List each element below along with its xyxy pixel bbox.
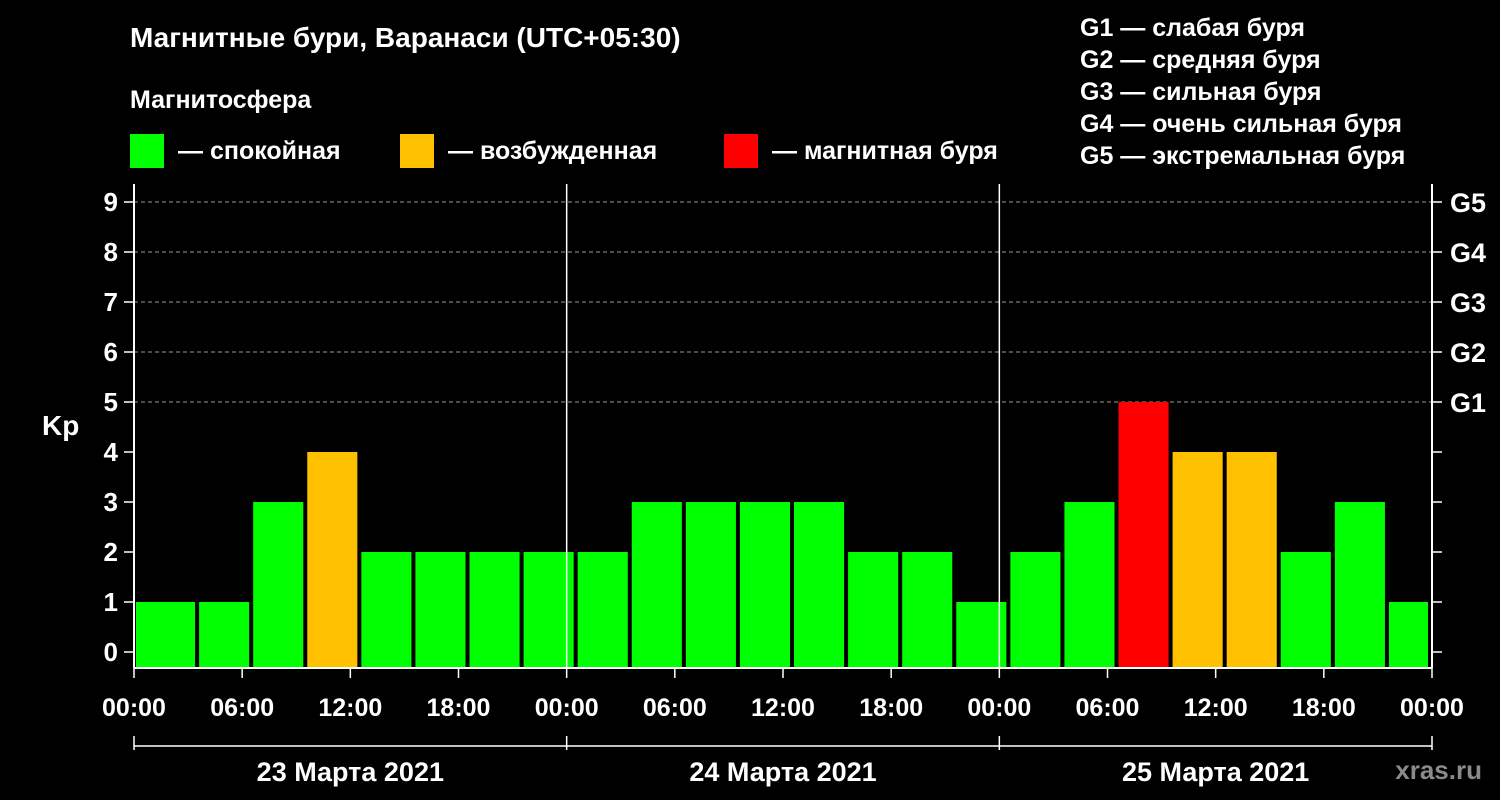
kp-bar: [1280, 552, 1331, 668]
g-tick-label: G2: [1450, 338, 1486, 368]
kp-bar: [1226, 452, 1277, 668]
kp-bar: [1172, 452, 1223, 668]
kp-bar: [739, 502, 791, 668]
y-tick-label: 9: [104, 187, 118, 217]
y-tick-label: 4: [104, 437, 119, 467]
x-tick-label: 12:00: [751, 694, 815, 722]
kp-bar: [361, 552, 412, 668]
g-tick-label: G3: [1450, 288, 1486, 318]
kp-bar: [415, 552, 466, 668]
kp-bar: [1334, 502, 1385, 668]
g-tick-label: G4: [1450, 238, 1486, 268]
x-tick-label: 18:00: [427, 694, 491, 722]
kp-bar: [469, 552, 520, 668]
day-label: 24 Марта 2021: [689, 757, 876, 787]
x-tick-label: 06:00: [210, 694, 274, 722]
watermark: xras.ru: [1395, 755, 1482, 785]
y-tick-label: 8: [104, 237, 118, 267]
g-tick-label: G5: [1450, 188, 1486, 218]
x-tick-label: 00:00: [535, 694, 599, 722]
y-tick-label: 3: [104, 487, 118, 517]
kp-bar: [902, 552, 953, 668]
kp-chart: 0 1 2 3 4 5 6 7 8 9 G1 G2 G3 G4 G5 00:00 06:00 12:00 18:00…: [102, 184, 1486, 787]
x-tick-label: 00:00: [1400, 694, 1464, 722]
day-label: 23 Марта 2021: [257, 757, 444, 787]
kp-bar: [631, 502, 682, 668]
x-tick-label: 00:00: [967, 694, 1031, 722]
y-tick-label: 5: [104, 387, 118, 417]
kp-bar: [794, 502, 845, 668]
x-tick-label: 12:00: [1184, 694, 1248, 722]
kp-bar: [1010, 552, 1061, 668]
kp-bar: [1064, 502, 1115, 668]
y-tick-label: 6: [104, 337, 118, 367]
kp-bar: [253, 502, 304, 668]
y-tick-label: 1: [104, 587, 118, 617]
kp-bar: [199, 602, 250, 668]
kp-bar: [577, 552, 628, 668]
x-tick-label: 00:00: [102, 694, 166, 722]
x-tick-label: 06:00: [1076, 694, 1140, 722]
kp-bar: [136, 602, 196, 668]
kp-bar: [685, 502, 736, 668]
kp-bar: [307, 452, 358, 668]
y-tick-label: 7: [104, 287, 118, 317]
kp-bar: [1388, 602, 1428, 668]
x-tick-label: 18:00: [859, 694, 923, 722]
x-tick-label: 12:00: [318, 694, 382, 722]
x-tick-label: 06:00: [643, 694, 707, 722]
y-tick-label: 2: [104, 537, 118, 567]
kp-bar: [1118, 402, 1169, 668]
y-tick-label: 0: [104, 637, 118, 667]
day-label: 25 Марта 2021: [1122, 757, 1309, 787]
x-tick-label: 18:00: [1292, 694, 1356, 722]
g-tick-label: G1: [1450, 388, 1486, 418]
kp-bar: [848, 552, 899, 668]
